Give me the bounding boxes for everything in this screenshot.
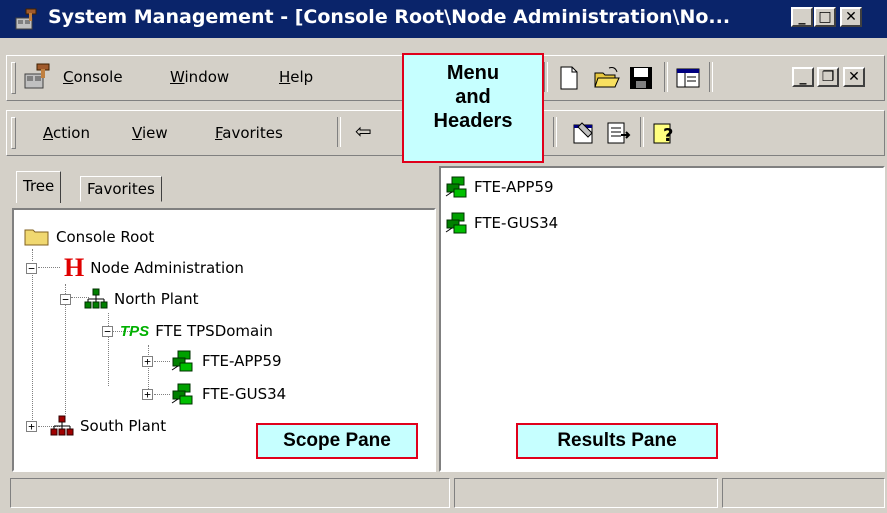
toolbar-separator: [640, 117, 644, 147]
folder-icon: [24, 229, 49, 246]
svg-text:?: ?: [663, 125, 673, 146]
tree-item-console-root[interactable]: Console Root: [24, 222, 154, 252]
results-item-fte-gus34[interactable]: FTE-GUS34: [444, 208, 558, 238]
expand-toggle[interactable]: +: [142, 355, 153, 367]
collapse-toggle[interactable]: −: [26, 262, 37, 274]
annotation-line: Headers: [433, 110, 513, 132]
menu-headers-annotation: Menu and Headers: [402, 53, 544, 163]
help-icon[interactable]: ?: [650, 119, 678, 147]
plant-icon: [84, 288, 108, 309]
results-item-label: FTE-GUS34: [474, 214, 559, 232]
toolbar-separator: [553, 117, 557, 147]
status-bar-segment: [722, 478, 885, 508]
tree-item-label: FTE-APP59: [202, 352, 282, 370]
menu-favorites[interactable]: Favorites: [215, 124, 283, 142]
status-bar-segment: [454, 478, 718, 508]
results-item-fte-app59[interactable]: FTE-APP59: [444, 172, 554, 202]
minimize-button[interactable]: _: [791, 7, 813, 27]
tree-item-label: South Plant: [80, 417, 167, 435]
close-button[interactable]: ✕: [840, 7, 862, 27]
menu-view[interactable]: View: [132, 124, 168, 142]
fte-node-icon: [445, 176, 467, 198]
menu-console[interactable]: Console: [63, 68, 123, 86]
properties-icon[interactable]: [570, 119, 598, 147]
tps-domain-icon: TPS: [120, 322, 150, 340]
toolbar-separator: [664, 62, 668, 92]
window-title: System Management - [Console Root\Node A…: [48, 6, 731, 28]
results-item-label: FTE-APP59: [474, 178, 554, 196]
tree-item-north-plant[interactable]: − North Plant: [60, 284, 199, 314]
tree-item-fte-tpsdomain[interactable]: − TPS FTE TPSDomain: [102, 316, 273, 346]
child-minimize-button[interactable]: _: [792, 67, 814, 87]
child-restore-button[interactable]: ❐: [817, 67, 839, 87]
plant-icon: [50, 415, 74, 436]
menu-window[interactable]: Window: [170, 68, 229, 86]
toolbar-separator: [709, 62, 713, 92]
fte-node-icon: [171, 350, 193, 372]
expand-toggle[interactable]: +: [26, 420, 37, 432]
annotation-line: Menu: [446, 62, 500, 84]
app-hammer-icon: [15, 8, 37, 30]
menu-action[interactable]: Action: [43, 124, 90, 142]
status-bar-segment: [10, 478, 450, 508]
scope-pane-annotation: Scope Pane: [256, 423, 418, 459]
action-bar-grip[interactable]: [11, 117, 16, 149]
tree-item-node-administration[interactable]: − H Node Administration: [26, 253, 244, 283]
back-arrow-icon[interactable]: ⇦: [355, 119, 372, 143]
tree-item-label: FTE-GUS34: [202, 385, 287, 403]
tree-item-fte-gus34[interactable]: + FTE-GUS34: [142, 379, 286, 409]
tree-item-label: North Plant: [114, 290, 199, 308]
collapse-toggle[interactable]: −: [102, 325, 113, 337]
maximize-button[interactable]: □: [814, 7, 836, 27]
tree-item-label: Node Administration: [90, 259, 244, 277]
tab-tree[interactable]: Tree: [16, 171, 62, 203]
child-close-button[interactable]: ✕: [843, 67, 865, 87]
menu-help[interactable]: Help: [279, 68, 313, 86]
node-admin-h-icon: H: [64, 253, 85, 282]
fte-node-icon: [171, 383, 193, 405]
collapse-toggle[interactable]: −: [60, 293, 71, 305]
tree-item-label: FTE TPSDomain: [155, 322, 273, 340]
save-disk-icon[interactable]: [627, 64, 655, 92]
tree-item-south-plant[interactable]: + South Plant: [26, 411, 166, 441]
expand-toggle[interactable]: +: [142, 388, 153, 400]
console-icon[interactable]: [23, 62, 51, 90]
show-hide-console-tree-icon[interactable]: [674, 64, 702, 92]
open-folder-icon[interactable]: [593, 64, 621, 92]
tree-item-label: Console Root: [56, 228, 155, 246]
tree-item-fte-app59[interactable]: + FTE-APP59: [142, 346, 282, 376]
export-list-icon[interactable]: [605, 119, 633, 147]
menu-bar-grip[interactable]: [11, 62, 16, 94]
fte-node-icon: [445, 212, 467, 234]
new-document-icon[interactable]: [555, 64, 583, 92]
results-pane-annotation: Results Pane: [516, 423, 718, 459]
tree-line: [32, 273, 33, 420]
title-bar[interactable]: System Management - [Console Root\Node A…: [0, 0, 887, 38]
toolbar-separator: [337, 117, 341, 147]
toolbar-separator: [544, 62, 548, 92]
tab-favorites[interactable]: Favorites: [80, 176, 162, 202]
annotation-line: and: [455, 86, 491, 108]
